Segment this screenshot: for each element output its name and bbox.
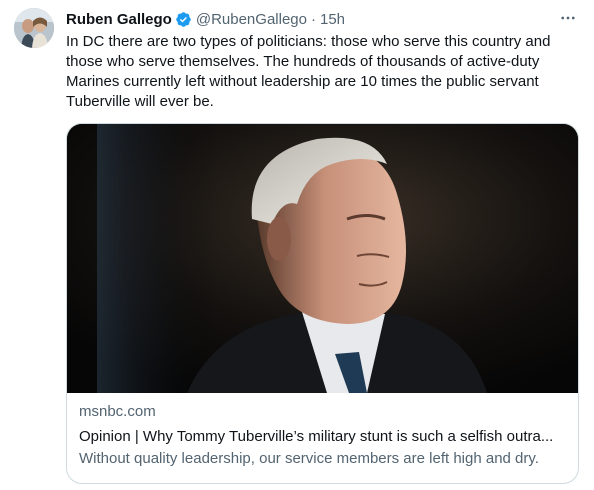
link-card[interactable]: msnbc.com Opinion | Why Tommy Tuberville… (66, 123, 579, 484)
card-description: Without quality leadership, our service … (79, 450, 539, 467)
more-options-icon[interactable] (558, 8, 578, 28)
card-body[interactable]: msnbc.com Opinion | Why Tommy Tuberville… (79, 402, 566, 469)
card-title[interactable]: Opinion | Why Tommy Tuberville’s militar… (79, 427, 566, 447)
separator-dot: · (310, 10, 316, 28)
author-display-name[interactable]: Ruben Gallego (66, 11, 172, 28)
tweet-timestamp[interactable]: 15h (320, 11, 345, 28)
tweet-header: Ruben Gallego @RubenGallego · 15h (66, 8, 578, 30)
tweet[interactable]: Ruben Gallego @RubenGallego · 15h In DC … (0, 0, 594, 490)
card-domain: msnbc.com (79, 403, 156, 420)
author-avatar[interactable] (14, 8, 54, 48)
tweet-text: In DC there are two types of politicians… (66, 33, 551, 110)
card-image[interactable] (67, 124, 578, 393)
verified-badge-icon[interactable] (175, 11, 192, 28)
avatar-photo (14, 8, 54, 48)
author-handle[interactable]: @RubenGallego (196, 11, 307, 28)
